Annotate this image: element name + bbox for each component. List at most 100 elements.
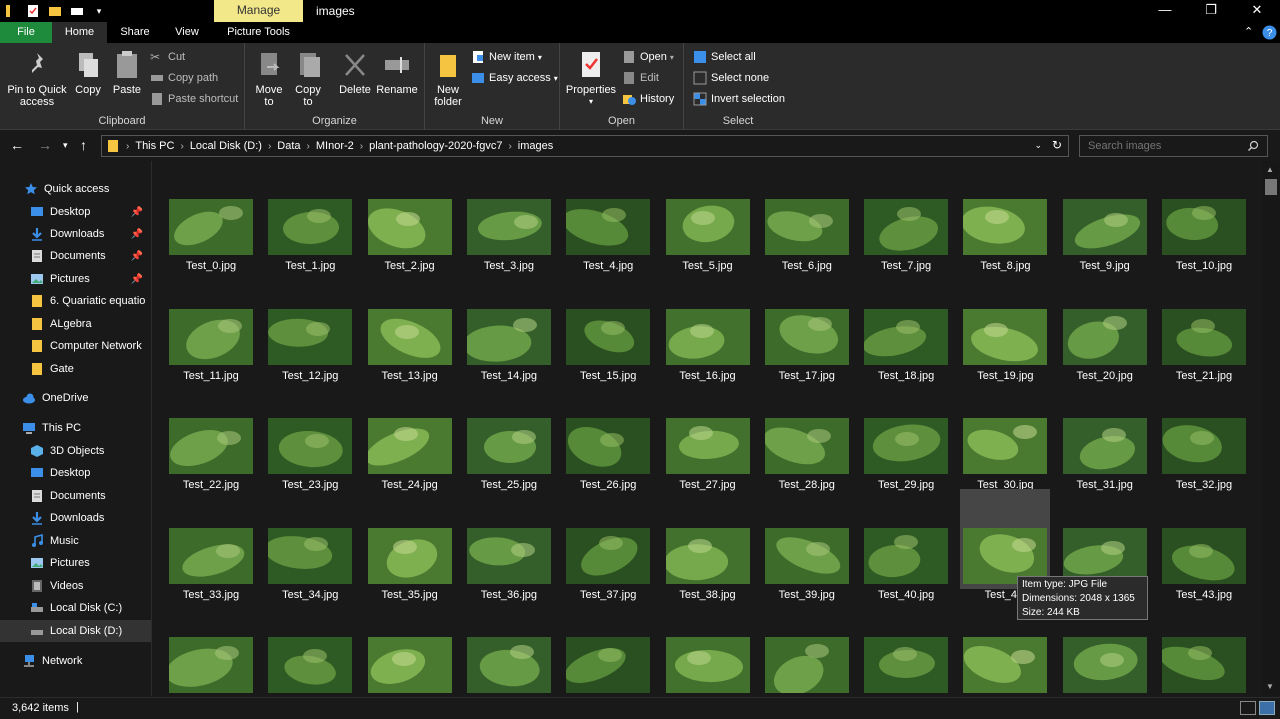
cut-button[interactable]: ✂ Cut bbox=[150, 48, 185, 66]
tab-home[interactable]: Home bbox=[52, 22, 107, 43]
new-item-button[interactable]: New item ▾ bbox=[471, 48, 542, 66]
open-button[interactable]: Open ▾ bbox=[622, 48, 674, 66]
file-tile[interactable]: Test_7.jpg bbox=[861, 161, 951, 272]
file-tile[interactable] bbox=[166, 598, 256, 696]
close-button[interactable]: ✕ bbox=[1234, 0, 1280, 22]
easy-access-button[interactable]: Easy access ▾ bbox=[471, 69, 558, 87]
sidebar-item-local-disk-d[interactable]: Local Disk (D:) bbox=[0, 620, 151, 642]
file-tile[interactable]: Test_17.jpg bbox=[762, 270, 852, 382]
file-tile[interactable]: Test_3.jpg bbox=[464, 161, 554, 272]
pin-icon[interactable]: 📌 bbox=[131, 229, 143, 240]
file-tile[interactable]: Test_12.jpg bbox=[265, 270, 355, 382]
breadcrumb-separator-icon[interactable]: › bbox=[307, 141, 310, 152]
history-button[interactable]: History bbox=[622, 90, 674, 108]
file-tile[interactable]: Test_43.jpg bbox=[1159, 489, 1249, 601]
sidebar-item-quadratic-equations[interactable]: 6. Quariatic equatio bbox=[0, 290, 151, 312]
copy-button[interactable]: Copy bbox=[72, 49, 104, 96]
file-tile[interactable]: Test_15.jpg bbox=[563, 270, 653, 382]
search-icon[interactable] bbox=[1247, 140, 1259, 152]
move-to-button[interactable]: Move to bbox=[251, 49, 287, 108]
new-folder-icon[interactable] bbox=[48, 4, 62, 18]
refresh-icon[interactable]: ↻ bbox=[1052, 138, 1062, 152]
search-input[interactable] bbox=[1079, 135, 1268, 157]
sidebar-item-downloads[interactable]: Downloads 📌 bbox=[0, 223, 151, 245]
sidebar-item-algebra[interactable]: ALgebra bbox=[0, 313, 151, 335]
file-tile[interactable]: Test_28.jpg bbox=[762, 379, 852, 491]
file-tile[interactable]: Test_33.jpg bbox=[166, 489, 256, 601]
sidebar-item-pictures[interactable]: Pictures 📌 bbox=[0, 268, 151, 290]
maximize-button[interactable]: ❐ bbox=[1188, 0, 1234, 22]
invert-selection-button[interactable]: Invert selection bbox=[693, 90, 785, 108]
file-tile[interactable]: Test_19.jpg bbox=[960, 270, 1050, 382]
tab-view[interactable]: View bbox=[163, 22, 211, 43]
file-tile[interactable]: Test_35.jpg bbox=[365, 489, 455, 601]
details-view-icon[interactable] bbox=[1240, 701, 1256, 715]
file-tile[interactable] bbox=[861, 598, 951, 696]
breadcrumb-separator-icon[interactable]: › bbox=[268, 141, 271, 152]
large-icons-view-icon[interactable] bbox=[1259, 701, 1275, 715]
sidebar-item-pictures-pc[interactable]: Pictures bbox=[0, 552, 151, 574]
file-tile[interactable]: Test_8.jpg bbox=[960, 161, 1050, 272]
manage-tab[interactable]: Manage bbox=[214, 0, 303, 22]
file-tile[interactable]: Test_13.jpg bbox=[365, 270, 455, 382]
file-tile[interactable]: Test_18.jpg bbox=[861, 270, 951, 382]
file-tile[interactable]: Test_22.jpg bbox=[166, 379, 256, 491]
file-tile[interactable] bbox=[464, 598, 554, 696]
file-tile[interactable]: Test_31.jpg bbox=[1060, 379, 1150, 491]
sidebar-item-onedrive[interactable]: OneDrive bbox=[0, 387, 151, 409]
file-tile[interactable]: Test_39.jpg bbox=[762, 489, 852, 601]
file-tile[interactable]: Test_23.jpg bbox=[265, 379, 355, 491]
file-tile[interactable]: Test_14.jpg bbox=[464, 270, 554, 382]
address-dropdown-chevron-icon[interactable]: ⌄ bbox=[1034, 140, 1042, 151]
breadcrumb-separator-icon[interactable]: › bbox=[126, 141, 129, 152]
sidebar-item-this-pc[interactable]: This PC bbox=[0, 417, 151, 439]
customize-qat-chevron-icon[interactable]: ▾ bbox=[92, 4, 106, 18]
file-tile[interactable]: Test_20.jpg bbox=[1060, 270, 1150, 382]
file-tile[interactable] bbox=[265, 598, 355, 696]
file-tile[interactable]: Test_41. bbox=[960, 488, 1051, 601]
file-tile[interactable]: Test_21.jpg bbox=[1159, 270, 1249, 382]
sidebar-item-desktop[interactable]: Desktop 📌 bbox=[0, 201, 151, 223]
edit-button[interactable]: Edit bbox=[622, 69, 659, 87]
rename-icon[interactable] bbox=[70, 4, 84, 18]
file-tile[interactable]: Test_11.jpg bbox=[166, 270, 256, 382]
file-tile[interactable]: Test_0.jpg bbox=[166, 161, 256, 272]
breadcrumb-minor-2[interactable]: MInor-2 bbox=[316, 140, 354, 152]
sidebar-item-3d-objects[interactable]: 3D Objects bbox=[0, 440, 151, 462]
pin-icon[interactable]: 📌 bbox=[131, 207, 143, 218]
select-none-button[interactable]: Select none bbox=[693, 69, 769, 87]
breadcrumb-data[interactable]: Data bbox=[277, 140, 300, 152]
pin-to-quick-access-button[interactable]: Pin to Quick access bbox=[4, 49, 70, 108]
sidebar-item-documents-pc[interactable]: Documents bbox=[0, 485, 151, 507]
back-arrow-icon[interactable]: ← bbox=[10, 137, 24, 153]
file-tile[interactable]: Test_27.jpg bbox=[663, 379, 753, 491]
copy-to-button[interactable]: Copy to bbox=[290, 49, 326, 108]
paste-shortcut-button[interactable]: Paste shortcut bbox=[150, 90, 238, 108]
file-tile[interactable]: Test_34.jpg bbox=[265, 489, 355, 601]
tab-file[interactable]: File bbox=[0, 22, 52, 43]
file-tile[interactable] bbox=[563, 598, 653, 696]
file-tile[interactable]: Test_37.jpg bbox=[563, 489, 653, 601]
expand-ribbon-icon[interactable]: ⌃ bbox=[1244, 25, 1253, 38]
file-tile[interactable]: Test_32.jpg bbox=[1159, 379, 1249, 491]
copy-path-button[interactable]: Copy path bbox=[150, 69, 218, 87]
file-tile[interactable]: Test_4.jpg bbox=[563, 161, 653, 272]
sidebar-item-quick-access[interactable]: Quick access bbox=[0, 178, 151, 200]
vertical-scrollbar[interactable]: ▲ ▼ bbox=[1262, 161, 1280, 696]
properties-icon[interactable] bbox=[26, 4, 40, 18]
file-tile[interactable]: Test_1.jpg bbox=[265, 161, 355, 272]
breadcrumb-separator-icon[interactable]: › bbox=[360, 141, 363, 152]
file-tile[interactable]: Test_24.jpg bbox=[365, 379, 455, 491]
file-tile[interactable]: Test_25.jpg bbox=[464, 379, 554, 491]
file-tile[interactable] bbox=[1159, 598, 1249, 696]
file-tile[interactable]: Test_29.jpg bbox=[861, 379, 951, 491]
scroll-up-icon[interactable]: ▲ bbox=[1266, 165, 1274, 174]
tab-picture-tools[interactable]: Picture Tools bbox=[214, 22, 303, 43]
rename-button[interactable]: Rename bbox=[375, 49, 419, 96]
sidebar-item-desktop-pc[interactable]: Desktop bbox=[0, 462, 151, 484]
sidebar-item-network[interactable]: Network bbox=[0, 650, 151, 672]
file-tile[interactable] bbox=[762, 598, 852, 696]
sidebar-item-documents[interactable]: Documents 📌 bbox=[0, 245, 151, 267]
delete-button[interactable]: Delete bbox=[337, 49, 373, 96]
breadcrumb-images[interactable]: images bbox=[518, 140, 553, 152]
